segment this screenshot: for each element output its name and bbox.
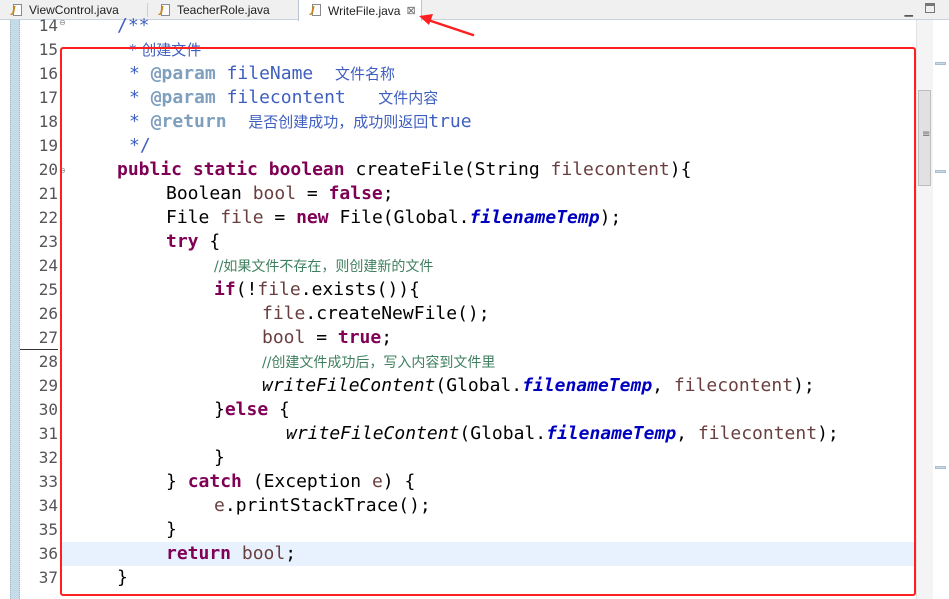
overview-marker[interactable] [935,466,946,469]
closing-brace: } [214,447,225,468]
code-line: 33 } catch (Exception e) { [0,470,918,494]
javadoc-open: /** [117,15,150,36]
line-comment: //如果文件不存在，则创建新的文件 [214,259,434,275]
vertical-scrollbar[interactable]: ≡ [916,20,933,599]
overview-marker[interactable] [935,62,946,65]
fold-collapse-icon[interactable]: ⊖ [59,166,66,175]
line-number: 24 [38,256,58,275]
code-line: 17 * @param filecontent 文件内容 [0,86,918,110]
line-number: 14 [38,16,58,35]
line-number: 27 [38,328,58,347]
line-number: 29 [38,376,58,395]
eclipse-editor-window: J ViewControl.java J TeacherRole.java J … [0,0,949,599]
code-line: 31 writeFileContent(Global.filenameTemp,… [0,422,918,446]
javadoc-tag: @return [150,111,227,132]
code-line: 20 ⊖ public static boolean createFile(St… [0,158,918,182]
code-line: 21 Boolean bool = false; [0,182,918,206]
code-line: 15 * 创建文件 [0,38,918,62]
javadoc-param-name: fileName [226,63,314,84]
javadoc-desc: 文件名称 [334,65,395,83]
closing-brace: } [166,519,177,540]
overview-ruler[interactable] [933,20,949,599]
line-number: 21 [38,184,58,203]
code-line: 22 File file = new File(Global.filenameT… [0,206,918,230]
line-number: 36 [38,544,58,563]
line-number: 35 [38,520,58,539]
maximize-icon[interactable] [925,3,935,13]
line-number: 25 [38,280,58,299]
code-line: 32 } [0,446,918,470]
code-line: 16 * @param fileName 文件名称 [0,62,918,86]
javadoc-tag: @param [150,63,216,84]
code-line: 34 e.printStackTrace(); [0,494,918,518]
line-number: 19 [38,136,58,155]
line-number: 15 [38,40,58,59]
overview-marker[interactable] [935,170,946,173]
line-number: 33 [38,472,58,491]
code-line: 36 return bool; [0,542,918,566]
line-number: 20 [38,160,58,179]
javadoc-desc: 是否创建成功，成功则返回 [248,113,429,131]
line-number: 30 [38,400,58,419]
javadoc-keyword: true [428,111,472,132]
line-number: 16 [38,64,58,83]
line-number: 31 [38,424,58,443]
code-line: 19 */ [0,134,918,158]
line-number: 34 [38,496,58,515]
closing-brace: } [117,567,128,588]
line-number: 32 [38,448,58,467]
javadoc-tag: @param [150,87,216,108]
javadoc-text: * 创建文件 [129,41,202,59]
line-number: 22 [38,208,58,227]
grip-icon: ≡ [922,129,931,140]
line-number: 18 [38,112,58,131]
code-line: 24 //如果文件不存在，则创建新的文件 [0,254,918,278]
method-name: createFile [355,159,464,180]
code-line: 30 }else { [0,398,918,422]
code-line: 37 } [0,566,918,590]
code-line: 35 } [0,518,918,542]
code-editor[interactable]: 14 ⊖ /** 15 * 创建文件 16 * @param fileName … [0,15,949,599]
javadoc-desc: 文件内容 [378,89,439,107]
code-line: 23 try { [0,230,918,254]
caret-line-marker [20,349,58,350]
code-line: 14 ⊖ /** [0,14,918,38]
scrollbar-thumb[interactable]: ≡ [918,90,931,186]
line-comment: //创建文件成功后，写入内容到文件里 [262,355,496,371]
javadoc-param-name: filecontent [226,87,346,108]
line-number: 17 [38,88,58,107]
line-number: 28 [38,352,58,371]
code-line: 26 file.createNewFile(); [0,302,918,326]
line-number: 37 [38,568,58,587]
code-line: 29 writeFileContent(Global.filenameTemp,… [0,374,918,398]
line-number: 26 [38,304,58,323]
code-line: 25 if(!file.exists()){ [0,278,918,302]
code-line: 18 * @return 是否创建成功，成功则返回true [0,110,918,134]
code-line: 27 bool = true; [0,326,918,350]
line-number: 23 [38,232,58,251]
javadoc-close: */ [129,135,151,156]
code-line: 28 //创建文件成功后，写入内容到文件里 [0,350,918,374]
fold-collapse-icon[interactable]: ⊖ [59,18,66,27]
